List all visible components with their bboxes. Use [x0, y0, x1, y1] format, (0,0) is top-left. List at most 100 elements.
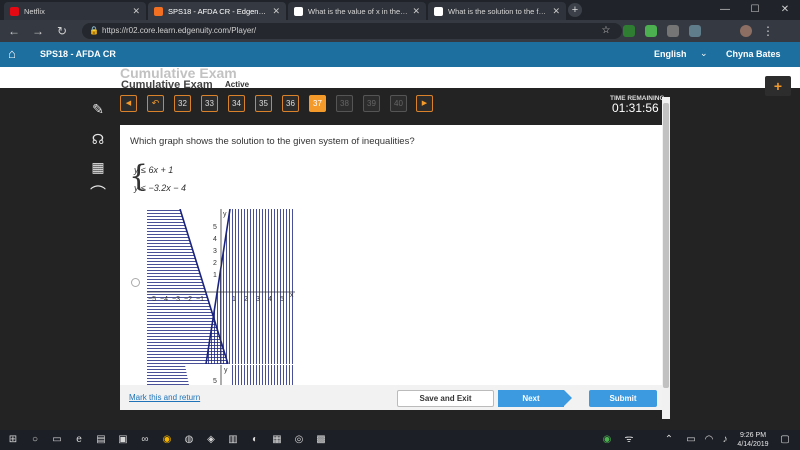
- plus-icon[interactable]: +: [765, 76, 791, 96]
- y-tick-label: 4: [213, 236, 217, 243]
- minimize-icon[interactable]: —: [710, 0, 740, 20]
- close-tab-icon[interactable]: ✕: [552, 6, 560, 17]
- previous-arrow-icon[interactable]: ◀: [120, 95, 137, 112]
- close-window-icon[interactable]: ✕: [770, 0, 800, 20]
- app-icon[interactable]: ◎: [292, 433, 306, 447]
- store-icon[interactable]: ▣: [116, 433, 130, 447]
- bookmark-star-icon[interactable]: ☆: [598, 23, 614, 39]
- home-icon[interactable]: ⌂: [8, 46, 16, 61]
- scrollbar-thumb[interactable]: [663, 103, 669, 388]
- cortana-icon[interactable]: ○: [28, 433, 42, 447]
- wifi-icon[interactable]: ◠: [702, 433, 716, 447]
- extension-icon[interactable]: [667, 25, 679, 37]
- question-35-button[interactable]: 35: [255, 95, 272, 112]
- battery-icon[interactable]: ▭: [684, 433, 698, 447]
- extension-icon[interactable]: [623, 25, 635, 37]
- app-icon[interactable]: ▩: [314, 433, 328, 447]
- next-button[interactable]: Next: [498, 390, 564, 407]
- question-40-button[interactable]: 40: [390, 95, 407, 112]
- time-remaining-value: 01:31:56: [612, 101, 659, 115]
- y-tick-label: 3: [213, 248, 217, 255]
- tab-title: What is the solution to the follow: [448, 6, 549, 16]
- app-icon[interactable]: ∞: [138, 433, 152, 447]
- url-text: https://r02.core.learn.edgenuity.com/Pla…: [102, 26, 257, 35]
- undo-icon[interactable]: ↶: [147, 95, 164, 112]
- submit-button[interactable]: Submit: [589, 390, 657, 407]
- next-button-arrow[interactable]: [564, 390, 572, 406]
- panel-scrollbar[interactable]: [662, 97, 670, 419]
- save-and-exit-button[interactable]: Save and Exit: [397, 390, 494, 407]
- headphones-icon[interactable]: ☊: [86, 127, 110, 151]
- x-tick-label: −4: [160, 296, 168, 303]
- edge-icon[interactable]: e: [72, 433, 86, 447]
- shaded-region-1: [147, 365, 189, 385]
- close-tab-icon[interactable]: ✕: [412, 6, 420, 17]
- profile-avatar[interactable]: [740, 25, 752, 37]
- forward-icon[interactable]: →: [30, 23, 46, 39]
- extension-icon[interactable]: [689, 25, 701, 37]
- tab-netflix[interactable]: Netflix ✕: [4, 2, 146, 20]
- question-32-button[interactable]: 32: [174, 95, 191, 112]
- x-tick-label: 3: [256, 296, 260, 303]
- windows-start-icon[interactable]: ⊞: [6, 433, 20, 447]
- steam-icon[interactable]: ◍: [182, 433, 196, 447]
- app-icon[interactable]: ▦: [270, 433, 284, 447]
- windows-taskbar: ⊞ ○ ▭ e ▤ ▣ ∞ ◉ ◍ ◈ ▥ ◐ ▦ ◎ ▩ ◉ ᯤ ⌃ ▭ ◠ …: [0, 430, 800, 450]
- volume-icon[interactable]: ♪: [718, 433, 732, 447]
- protractor-icon[interactable]: ⌒: [86, 183, 110, 207]
- tab-edgenuity[interactable]: SPS18 - AFDA CR - Edgenuity.com ✕: [148, 2, 286, 20]
- answer-graph-2: 5 y: [147, 365, 295, 385]
- address-bar-area: ← → ↻ 🔒 https://r02.core.learn.edgenuity…: [0, 20, 800, 42]
- tab-brainly-2[interactable]: What is the solution to the follow ✕: [428, 2, 566, 20]
- question-34-button[interactable]: 34: [228, 95, 245, 112]
- tab-brainly-1[interactable]: What is the value of x in the solu ✕: [288, 2, 426, 20]
- chrome-icon[interactable]: ◉: [160, 433, 174, 447]
- calculator-icon[interactable]: ▦: [86, 155, 110, 179]
- network-icon[interactable]: ᯤ: [622, 433, 636, 447]
- next-arrow-icon[interactable]: ▶: [416, 95, 433, 112]
- reload-icon[interactable]: ↻: [54, 23, 70, 39]
- brainly-icon: [294, 6, 303, 16]
- x-tick-label: 4: [268, 296, 272, 303]
- y-axis-label: y: [224, 367, 228, 374]
- maximize-icon[interactable]: ☐: [740, 0, 770, 20]
- question-36-button[interactable]: 36: [282, 95, 299, 112]
- chevron-down-icon[interactable]: ⌄: [700, 48, 708, 59]
- question-panel: Which graph shows the solution to the gi…: [120, 125, 662, 385]
- lock-icon: 🔒: [89, 26, 99, 35]
- browser-menu-icon[interactable]: ⋮: [760, 23, 776, 39]
- inequality-2: y ≤ −3.2x − 4: [134, 183, 186, 193]
- question-33-button[interactable]: 33: [201, 95, 218, 112]
- question-39-button[interactable]: 39: [363, 95, 380, 112]
- task-view-icon[interactable]: ▭: [50, 433, 64, 447]
- url-input[interactable]: 🔒 https://r02.core.learn.edgenuity.com/P…: [82, 23, 622, 39]
- app-icon[interactable]: ▥: [226, 433, 240, 447]
- pencil-icon[interactable]: ✎: [86, 97, 110, 121]
- app-icon[interactable]: ◐: [248, 433, 262, 447]
- netflix-icon: [10, 6, 19, 16]
- question-38-button[interactable]: 38: [336, 95, 353, 112]
- chevron-up-icon[interactable]: ⌃: [662, 433, 676, 447]
- inequality-1: y ≤ 6x + 1: [134, 165, 174, 175]
- extension-icon[interactable]: [645, 25, 657, 37]
- user-name[interactable]: Chyna Bates: [726, 49, 781, 59]
- x-tick-label: 1: [232, 296, 236, 303]
- x-tick-label: 5: [280, 296, 284, 303]
- answer-radio-1[interactable]: [131, 278, 140, 287]
- file-explorer-icon[interactable]: ▤: [94, 433, 108, 447]
- brainly-icon: [434, 6, 443, 16]
- close-tab-icon[interactable]: ✕: [272, 6, 280, 17]
- x-tick-label: −5: [148, 296, 156, 303]
- close-tab-icon[interactable]: ✕: [132, 6, 140, 17]
- site-header: ⌂ SPS18 - AFDA CR English ⌄ Chyna Bates: [0, 42, 800, 67]
- new-tab-button[interactable]: +: [568, 3, 582, 17]
- system-clock[interactable]: 9:26 PM 4/14/2019: [733, 431, 773, 449]
- mark-and-return-link[interactable]: Mark this and return: [129, 393, 200, 402]
- game-icon[interactable]: ◈: [204, 433, 218, 447]
- question-37-button[interactable]: 37: [309, 95, 326, 112]
- language-select[interactable]: English: [654, 49, 687, 59]
- back-icon[interactable]: ←: [6, 23, 22, 39]
- tray-app-icon[interactable]: ◉: [600, 433, 614, 447]
- y-axis-label: y: [223, 211, 227, 218]
- notifications-icon[interactable]: ▢: [778, 433, 792, 447]
